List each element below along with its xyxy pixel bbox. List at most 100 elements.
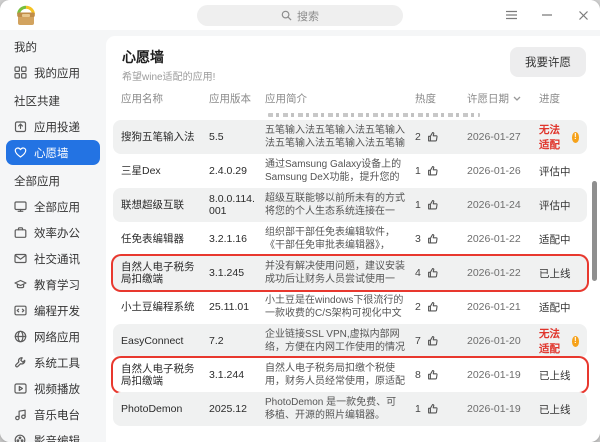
sidebar-item-all-apps[interactable]: 全部应用: [6, 194, 100, 219]
app-version: 3.2.1.16: [209, 233, 265, 245]
app-intro: 通过Samsung Galaxy设备上的Samsung DeX功能，提升您的工作…: [265, 158, 415, 184]
wish-date: 2026-01-22: [467, 267, 539, 279]
app-name: 小土豆编程系统: [121, 301, 209, 313]
warning-icon[interactable]: !: [572, 132, 579, 143]
graduation-cap-icon: [14, 278, 27, 291]
music-note-icon: [14, 408, 27, 421]
sidebar: 我的 我的应用 社区共建 应用投递 心愿墙 全部应用 全部应用 效率办公 社交通…: [0, 30, 106, 442]
sidebar-item-av-editing[interactable]: 影音编辑: [6, 428, 100, 442]
sidebar-item-my-apps[interactable]: 我的应用: [6, 60, 100, 85]
table-header: 应用名称 应用版本 应用简介 热度 许愿日期 进度: [113, 86, 587, 110]
app-intro: PhotoDemon 是一款免费、可移植、开源的照片编辑器。: [265, 396, 415, 422]
thumbs-up-icon[interactable]: [427, 233, 439, 245]
make-wish-button[interactable]: 我要许愿: [510, 47, 586, 77]
briefcase-icon: [14, 226, 27, 239]
heat-count: 2: [415, 131, 421, 143]
heat-count: 1: [415, 199, 421, 211]
sidebar-item-music[interactable]: 音乐电台: [6, 402, 100, 427]
sidebar-item-label: 全部应用: [34, 199, 80, 215]
minimize-icon[interactable]: [540, 8, 554, 22]
thumbs-up-icon[interactable]: [427, 267, 439, 279]
column-header-intro[interactable]: 应用简介: [265, 91, 415, 106]
app-intro: 超级互联能够以前所未有的方式将您的个人生态系统连接在一起。专为…: [265, 192, 415, 218]
sidebar-item-network[interactable]: 网络应用: [6, 324, 100, 349]
table-row[interactable]: 小土豆编程系统 25.11.01 小土豆是在windows下很流行的一款收费的C…: [113, 290, 587, 324]
sidebar-item-label: 视频播放: [34, 381, 80, 397]
sidebar-item-label: 影音编辑: [34, 433, 80, 442]
progress-status: 已上线: [539, 266, 579, 281]
column-header-progress[interactable]: 进度: [539, 91, 579, 106]
sidebar-item-label: 网络应用: [34, 329, 80, 345]
table-row[interactable]: 联想超级互联 8.0.0.114.001 超级互联能够以前所未有的方式将您的个人…: [113, 188, 587, 222]
thumbs-up-icon[interactable]: [427, 369, 439, 381]
progress-status: 已上线: [539, 368, 579, 383]
thumbs-up-icon[interactable]: [427, 301, 439, 313]
app-version: 7.2: [209, 335, 265, 347]
sidebar-item-video[interactable]: 视频播放: [6, 376, 100, 401]
sidebar-item-office[interactable]: 效率办公: [6, 220, 100, 245]
app-version: 2025.12: [209, 403, 265, 415]
thumbs-up-icon[interactable]: [427, 335, 439, 347]
heat-count: 1: [415, 403, 421, 415]
thumbs-up-icon[interactable]: [427, 131, 439, 143]
app-intro: 组织部干部任免表编辑软件，《干部任免审批表编辑器》，UOS可以安…: [265, 226, 415, 252]
table-row[interactable]: 三星Dex 2.4.0.29 通过Samsung Galaxy设备上的Samsu…: [113, 154, 587, 188]
heat-count: 7: [415, 335, 421, 347]
thumbs-up-icon[interactable]: [427, 165, 439, 177]
column-header-version[interactable]: 应用版本: [209, 91, 265, 106]
app-intro: 自然人电子税务局扣缴个税使用，财务人员经常使用，原适配的版本已…: [265, 362, 415, 388]
code-icon: [14, 304, 27, 317]
table-row[interactable]: PhotoDemon 2025.12 PhotoDemon 是一款免费、可移植、…: [113, 392, 587, 426]
app-intro: 企业链接SSL VPN,虚拟内部网络，方便在内网工作使用的情况: [265, 328, 415, 354]
column-header-date[interactable]: 许愿日期: [467, 91, 539, 106]
wish-wall-panel: 心愿墙 希望wine适配的应用! 我要许愿 应用名称 应用版本 应用简介 热度 …: [106, 36, 600, 442]
app-version: 25.11.01: [209, 301, 265, 313]
inbox-upload-icon: [14, 120, 27, 133]
table-row[interactable]: 任免表编辑器 3.2.1.16 组织部干部任免表编辑软件，《干部任免审批表编辑器…: [113, 222, 587, 256]
app-version: 2.4.0.29: [209, 165, 265, 177]
search-input[interactable]: 搜索: [197, 5, 403, 26]
wrench-icon: [14, 356, 27, 369]
sidebar-item-social[interactable]: 社交通讯: [6, 246, 100, 271]
sidebar-item-label: 音乐电台: [34, 407, 80, 423]
sidebar-item-programming[interactable]: 编程开发: [6, 298, 100, 323]
sidebar-item-app-submit[interactable]: 应用投递: [6, 114, 100, 139]
sidebar-item-wish-wall[interactable]: 心愿墙: [6, 140, 100, 165]
table-row[interactable]: 搜狗五笔输入法 5.5 五笔输入法五笔输入法五笔输入法五笔输入法五笔输入法五笔输…: [113, 120, 587, 154]
column-header-heat[interactable]: 热度: [415, 91, 467, 106]
grid-icon: [14, 66, 27, 79]
progress-status: 无法适配!: [539, 326, 579, 356]
sidebar-item-label: 应用投递: [34, 119, 80, 135]
thumbs-up-icon[interactable]: [427, 199, 439, 211]
progress-status: 无法适配!: [539, 122, 579, 152]
window-controls: [504, 0, 590, 30]
wish-date: 2026-01-20: [467, 335, 539, 347]
column-header-name[interactable]: 应用名称: [121, 91, 209, 106]
globe-icon: [14, 330, 27, 343]
table-row-highlighted[interactable]: 自然人电子税务局扣缴端 3.1.245 并没有解决使用问题，建议安装成功后让财务…: [113, 256, 587, 290]
sidebar-section-all-apps: 全部应用: [0, 166, 106, 193]
wish-date: 2026-01-24: [467, 199, 539, 211]
warning-icon[interactable]: !: [572, 336, 579, 347]
thumbs-up-icon[interactable]: [427, 403, 439, 415]
page-subtitle: 希望wine适配的应用!: [122, 68, 215, 83]
hamburger-menu-icon[interactable]: [504, 8, 518, 22]
close-icon[interactable]: [576, 8, 590, 22]
sidebar-item-education[interactable]: 教育学习: [6, 272, 100, 297]
heat-count: 3: [415, 233, 421, 245]
table-row[interactable]: EasyConnect 7.2 企业链接SSL VPN,虚拟内部网络，方便在内网…: [113, 324, 587, 358]
app-name: 联想超级互联: [121, 199, 209, 211]
sidebar-item-label: 效率办公: [34, 225, 80, 241]
sidebar-item-system-tools[interactable]: 系统工具: [6, 350, 100, 375]
table-row-highlighted[interactable]: 自然人电子税务局扣缴端 3.1.244 自然人电子税务局扣缴个税使用，财务人员经…: [113, 358, 587, 392]
app-intro: 五笔输入法五笔输入法五笔输入法五笔输入法五笔输入法五笔输入法: [265, 124, 415, 150]
sidebar-section-community: 社区共建: [0, 86, 106, 113]
heat-count: 1: [415, 165, 421, 177]
monitor-icon: [14, 200, 27, 213]
film-reel-icon: [14, 434, 27, 442]
scrollbar-thumb[interactable]: [592, 181, 597, 281]
app-name: EasyConnect: [121, 335, 209, 347]
app-name: 自然人电子税务局扣缴端: [121, 363, 209, 387]
progress-status: 评估中: [539, 164, 579, 179]
app-intro: 并没有解决使用问题，建议安装成功后让财务人员尝试使用一下，日志…: [265, 260, 415, 286]
